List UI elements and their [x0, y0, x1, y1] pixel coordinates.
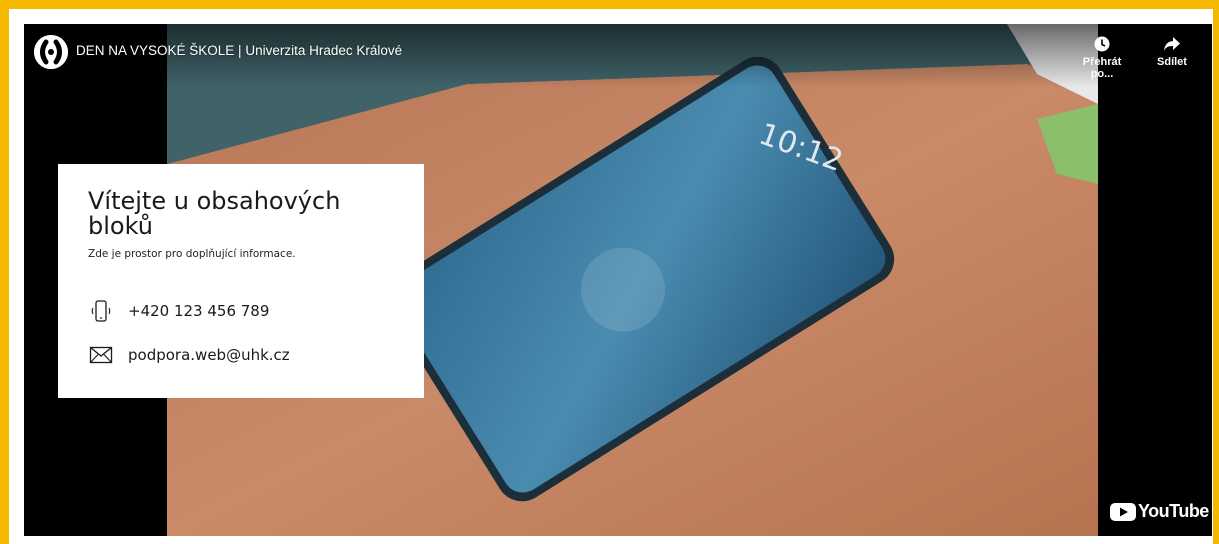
phone-icon — [88, 300, 114, 322]
channel-avatar[interactable] — [34, 35, 68, 69]
video-title[interactable]: DEN NA VYSOKÉ ŠKOLE | Univerzita Hradec … — [76, 43, 402, 58]
content-block-card: Vítejte u obsahových bloků Zde je prosto… — [58, 164, 424, 398]
phone-number[interactable]: +420 123 456 789 — [128, 302, 269, 320]
card-title: Vítejte u obsahových bloků — [88, 187, 341, 240]
email-contact[interactable]: podpora.web@uhk.cz — [88, 344, 290, 366]
share-arrow-icon — [1164, 37, 1180, 51]
youtube-play-icon — [1110, 503, 1136, 521]
clock-icon — [1094, 36, 1110, 52]
youtube-logo-text: YouTube — [1138, 501, 1209, 521]
share-button[interactable]: Sdílet — [1140, 36, 1204, 68]
phone-contact[interactable]: +420 123 456 789 — [88, 300, 269, 322]
envelope-icon — [88, 344, 114, 366]
uhk-logo-icon — [34, 35, 68, 69]
email-address[interactable]: podpora.web@uhk.cz — [128, 346, 290, 364]
youtube-logo[interactable]: YouTube — [1110, 500, 1209, 524]
share-label: Sdílet — [1157, 56, 1187, 68]
watch-later-label: Přehrát po... — [1082, 56, 1122, 80]
watch-later-button[interactable]: Přehrát po... — [1070, 36, 1134, 80]
card-subtitle: Zde je prostor pro doplňující informace. — [88, 248, 296, 260]
